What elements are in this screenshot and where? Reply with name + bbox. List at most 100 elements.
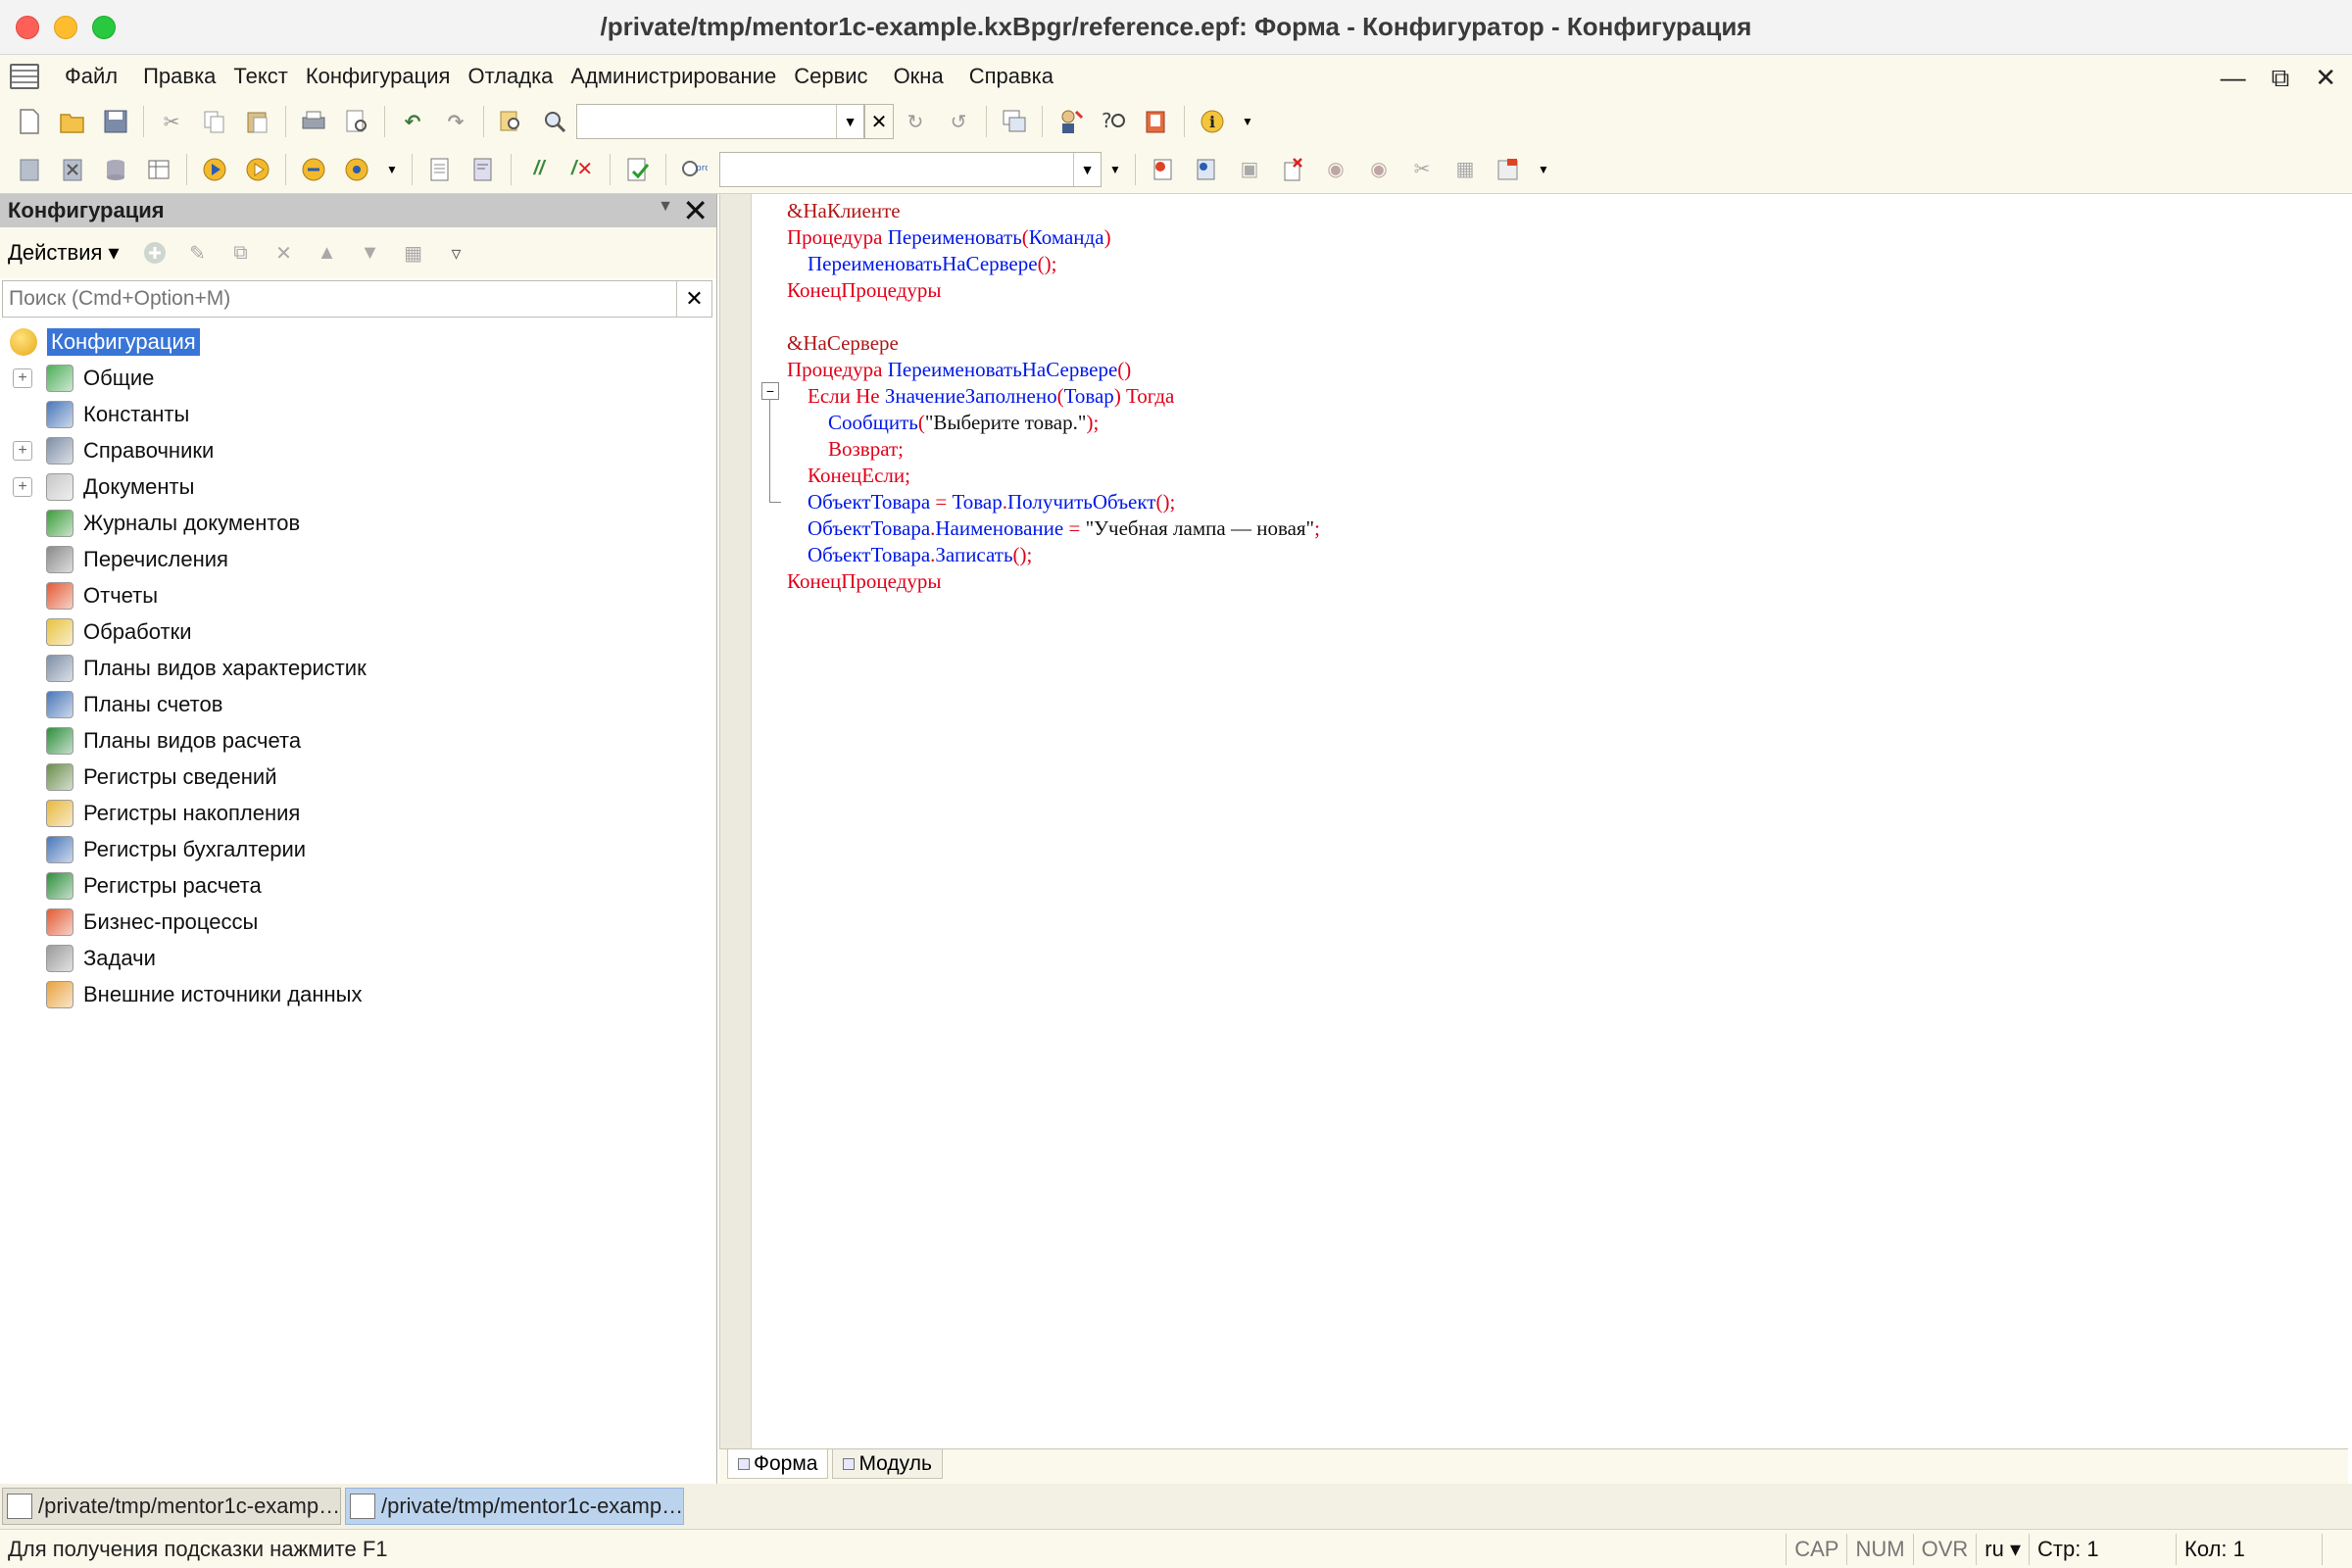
save-icon[interactable] <box>101 107 130 136</box>
tree-item[interactable]: Задачи <box>0 940 716 976</box>
tree-item[interactable]: Отчеты <box>0 577 716 613</box>
expand-icon[interactable]: + <box>13 476 32 497</box>
add-breakpoint-icon[interactable] <box>1149 155 1178 184</box>
expand-icon[interactable]: + <box>13 440 32 461</box>
breakpoint-list-icon[interactable] <box>1192 155 1221 184</box>
tree-item[interactable]: Регистры сведений <box>0 759 716 795</box>
comment-lines-icon[interactable]: // <box>524 155 554 184</box>
cut-icon[interactable]: ✂ <box>157 107 186 136</box>
menu-help[interactable]: Справка <box>969 64 1054 89</box>
debug-cancel-icon[interactable]: ✂ <box>1407 155 1437 184</box>
minimize-window-button[interactable] <box>54 16 77 39</box>
disable-breakpoint-icon[interactable]: ▣ <box>1235 155 1264 184</box>
procedure-search-icon[interactable]: proc <box>679 155 709 184</box>
menu-debug[interactable]: Отладка <box>467 64 553 89</box>
zoom-window-button[interactable] <box>92 16 116 39</box>
menu-text[interactable]: Текст <box>233 64 287 89</box>
mdi-restore-icon[interactable]: ⧉ <box>2272 63 2290 94</box>
filter-icon[interactable]: ▿ <box>443 239 470 267</box>
syntax-helper-icon[interactable]: ? <box>1099 107 1128 136</box>
debug-window-icon[interactable]: ▦ <box>1450 155 1480 184</box>
find-previous-icon[interactable]: ↺ <box>944 107 973 136</box>
menu-service[interactable]: Сервис <box>794 64 867 89</box>
find-in-files-icon[interactable] <box>497 107 526 136</box>
menu-file[interactable]: Файл <box>65 64 118 89</box>
language-selector[interactable]: ru ▾ <box>1976 1533 2029 1565</box>
code-editor[interactable]: − &НаКлиенте Процедура Переименовать(Кома… <box>719 194 2348 1448</box>
debug-more-icon[interactable]: ▼ <box>385 155 399 184</box>
close-configuration-icon[interactable] <box>58 155 87 184</box>
menu-edit[interactable]: Правка <box>143 64 216 89</box>
configuration-search-input[interactable] <box>3 287 676 311</box>
expand-icon[interactable]: + <box>13 368 32 388</box>
tree-item[interactable]: Константы <box>0 396 716 432</box>
open-file-icon[interactable] <box>58 107 87 136</box>
tree-item[interactable]: Регистры бухгалтерии <box>0 831 716 867</box>
undo-icon[interactable]: ↶ <box>398 107 427 136</box>
window-tab[interactable]: /private/tmp/mentor1c-examp… <box>2 1488 341 1525</box>
start-debugging-icon[interactable] <box>200 155 229 184</box>
remove-breakpoints-icon[interactable] <box>1278 155 1307 184</box>
search-icon[interactable] <box>540 107 569 136</box>
menu-configuration[interactable]: Конфигурация <box>306 64 451 89</box>
editor-tab[interactable]: Форма <box>727 1449 829 1479</box>
tree-item[interactable]: Регистры расчета <box>0 867 716 904</box>
tree-item[interactable]: + Общие <box>0 360 716 396</box>
chevron-down-icon[interactable]: ▼ <box>836 105 863 138</box>
pin-icon[interactable]: ▼ <box>658 198 673 216</box>
print-icon[interactable] <box>299 107 328 136</box>
tree-item[interactable]: Регистры накопления <box>0 795 716 831</box>
actions-menu-button[interactable]: Действия ▾ <box>8 240 120 266</box>
debug-more2-icon[interactable]: ▼ <box>1537 155 1550 184</box>
open-configuration-icon[interactable] <box>15 155 44 184</box>
tree-item[interactable]: Внешние источники данных <box>0 976 716 1012</box>
copy-item-icon[interactable]: ⧉ <box>227 239 255 267</box>
uncomment-lines-icon[interactable]: / ✕ <box>567 155 597 184</box>
toolbar-more-icon[interactable]: ▼ <box>1241 107 1254 136</box>
debug-step-over-icon[interactable]: ◉ <box>1364 155 1394 184</box>
redo-icon[interactable]: ↷ <box>441 107 470 136</box>
add-icon[interactable] <box>141 239 169 267</box>
procedures-list-icon[interactable] <box>468 155 498 184</box>
evaluate-expression-icon[interactable] <box>1494 155 1523 184</box>
mdi-close-icon[interactable]: ✕ <box>2315 63 2336 94</box>
debug-step-icon[interactable]: ◉ <box>1321 155 1350 184</box>
procedures-more-icon[interactable]: ▼ <box>1108 155 1122 184</box>
assistant-icon[interactable] <box>1055 107 1085 136</box>
tree-item[interactable]: + Документы <box>0 468 716 505</box>
tree-item[interactable]: Перечисления <box>0 541 716 577</box>
move-down-icon[interactable]: ▼ <box>357 239 384 267</box>
paste-icon[interactable] <box>243 107 272 136</box>
tree-item[interactable]: Бизнес-процессы <box>0 904 716 940</box>
close-panel-icon[interactable]: ✕ <box>682 192 709 229</box>
run-enterprise-icon[interactable] <box>243 155 272 184</box>
database-icon[interactable] <box>101 155 130 184</box>
new-file-icon[interactable] <box>15 107 44 136</box>
editor-tab[interactable]: Модуль <box>832 1449 943 1479</box>
app-menu-icon[interactable] <box>10 64 39 89</box>
syntax-check-icon[interactable] <box>623 155 653 184</box>
fold-toggle-icon[interactable]: − <box>761 382 779 400</box>
search-combo[interactable]: ▼ <box>576 104 864 139</box>
table-icon[interactable] <box>144 155 173 184</box>
procedures-combo[interactable]: ▼ <box>719 151 1102 187</box>
print-preview-icon[interactable] <box>342 107 371 136</box>
edit-icon[interactable]: ✎ <box>184 239 212 267</box>
windows-icon[interactable] <box>1000 107 1029 136</box>
module-structure-icon[interactable] <box>425 155 455 184</box>
debug-items-icon[interactable] <box>342 155 371 184</box>
tree-item[interactable]: Планы счетов <box>0 686 716 722</box>
tree-item[interactable]: + Справочники <box>0 432 716 468</box>
info-icon[interactable]: i <box>1198 107 1227 136</box>
find-next-icon[interactable]: ↻ <box>901 107 930 136</box>
clear-search-icon[interactable]: ✕ <box>864 104 894 139</box>
tree-item[interactable]: Планы видов расчета <box>0 722 716 759</box>
tree-item[interactable]: Журналы документов <box>0 505 716 541</box>
delete-icon[interactable]: ✕ <box>270 239 298 267</box>
tree-item[interactable]: Планы видов характеристик <box>0 650 716 686</box>
copy-icon[interactable] <box>200 107 229 136</box>
close-window-button[interactable] <box>16 16 39 39</box>
connect-debug-icon[interactable] <box>299 155 328 184</box>
mdi-minimize-icon[interactable]: — <box>2221 63 2246 94</box>
clear-search-button[interactable]: ✕ <box>676 281 711 317</box>
